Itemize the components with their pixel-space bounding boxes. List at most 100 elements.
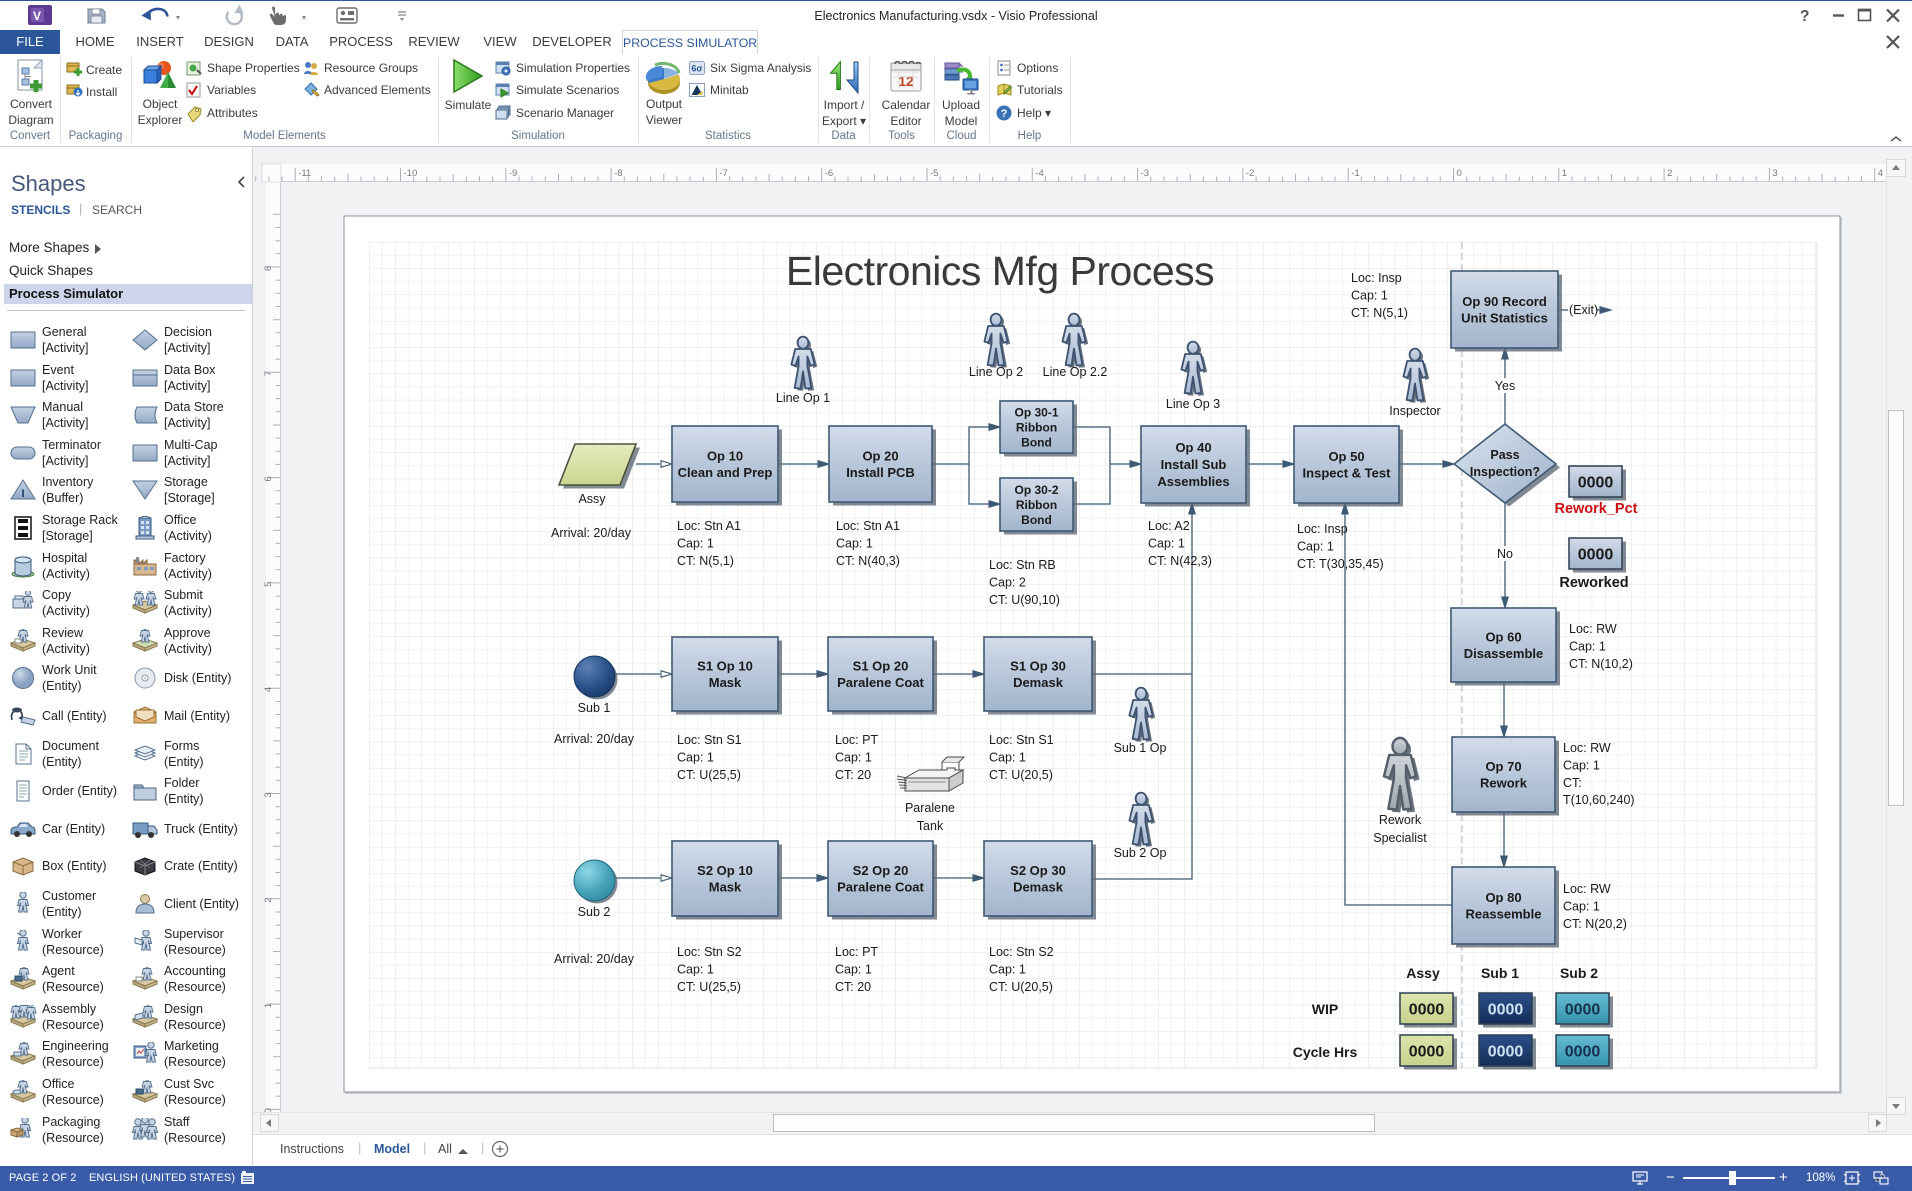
svg-text:Sub 2 Op: Sub 2 Op (1114, 846, 1167, 860)
svg-text:(Exit): (Exit) (1569, 303, 1598, 317)
svg-text:Rework: Rework (1480, 775, 1528, 790)
svg-text:Op 70: Op 70 (1485, 759, 1521, 774)
svg-text:Op 30-2: Op 30-2 (1014, 483, 1058, 497)
svg-text:CT: N(5,1): CT: N(5,1) (1351, 306, 1408, 320)
svg-text:S1 Op 30: S1 Op 30 (1010, 658, 1066, 673)
svg-text:6: 6 (263, 476, 274, 481)
svg-text:CT: U(90,10): CT: U(90,10) (989, 593, 1060, 607)
svg-text:Loc: RW: Loc: RW (1569, 622, 1617, 636)
svg-text:CT: N(42,3): CT: N(42,3) (1148, 554, 1212, 568)
svg-text:Rework_Pct: Rework_Pct (1554, 501, 1637, 517)
svg-text:0000: 0000 (1578, 475, 1614, 492)
svg-text:Assy: Assy (578, 492, 606, 506)
svg-text:-6: -6 (825, 168, 833, 179)
svg-text:Line Op 2.2: Line Op 2.2 (1043, 365, 1108, 379)
svg-text:0000: 0000 (1488, 1002, 1524, 1019)
svg-text:Clean and Prep: Clean and Prep (678, 465, 773, 480)
svg-text:V: V (33, 9, 41, 23)
svg-text:S1 Op 10: S1 Op 10 (697, 658, 753, 673)
svg-text:Cap: 2: Cap: 2 (989, 575, 1026, 589)
svg-text:3: 3 (263, 792, 274, 797)
svg-text:Cap: 1: Cap: 1 (1351, 288, 1388, 302)
svg-text:Arrival: 20/day: Arrival: 20/day (554, 952, 635, 966)
svg-text:I: I (21, 488, 24, 500)
svg-text:Op 30-1: Op 30-1 (1014, 405, 1058, 419)
svg-text:Cap: 1: Cap: 1 (1148, 536, 1185, 550)
svg-text:0000: 0000 (1565, 1044, 1601, 1061)
svg-text:8: 8 (263, 266, 274, 271)
svg-text:Op 20: Op 20 (862, 448, 898, 463)
svg-text:-10: -10 (404, 168, 418, 179)
svg-text:S2 Op 30: S2 Op 30 (1010, 863, 1066, 878)
svg-text:Loc: Stn S1: Loc: Stn S1 (677, 733, 742, 747)
svg-text:-7: -7 (719, 168, 727, 179)
svg-text:Sub 2: Sub 2 (578, 905, 611, 919)
svg-text:0000: 0000 (1409, 1044, 1445, 1061)
svg-text:Mask: Mask (709, 879, 742, 894)
svg-text:1: 1 (263, 1003, 274, 1008)
svg-text:Loc: PT: Loc: PT (835, 945, 878, 959)
svg-text:Inspection?: Inspection? (1470, 465, 1540, 479)
svg-text:Op 10: Op 10 (707, 448, 743, 463)
svg-text:Specialist: Specialist (1373, 831, 1427, 845)
svg-text:Line Op 1: Line Op 1 (776, 391, 830, 405)
svg-text:CT:: CT: (1563, 776, 1582, 790)
svg-text:WIP: WIP (1312, 1001, 1338, 1017)
svg-text:CT: U(25,5): CT: U(25,5) (677, 980, 741, 994)
svg-text:Rework: Rework (1379, 813, 1422, 827)
svg-text:Electronics Mfg Process: Electronics Mfg Process (786, 248, 1214, 294)
svg-text:Cap: 1: Cap: 1 (677, 750, 714, 764)
svg-text:Pass: Pass (1490, 448, 1519, 462)
svg-text:?: ? (1001, 108, 1008, 120)
svg-text:Loc: Stn S1: Loc: Stn S1 (989, 733, 1054, 747)
svg-text:CT: 20: CT: 20 (835, 980, 871, 994)
svg-text:CT: N(20,2): CT: N(20,2) (1563, 917, 1627, 931)
svg-text:S1 Op 20: S1 Op 20 (853, 658, 909, 673)
svg-text:Reassemble: Reassemble (1466, 906, 1542, 921)
svg-text:Sub 1: Sub 1 (578, 701, 611, 715)
svg-text:0000: 0000 (1578, 547, 1614, 564)
svg-text:0: 0 (1457, 168, 1462, 179)
svg-text:Demask: Demask (1013, 675, 1064, 690)
svg-text:Cap: 1: Cap: 1 (989, 962, 1026, 976)
svg-text:Cap: 1: Cap: 1 (835, 750, 872, 764)
svg-text:Disassemble: Disassemble (1464, 646, 1544, 661)
svg-text:Cap: 1: Cap: 1 (835, 962, 872, 976)
svg-text:CT: N(5,1): CT: N(5,1) (677, 554, 734, 568)
svg-text:CT: U(20,5): CT: U(20,5) (989, 768, 1053, 782)
svg-text:Line Op 3: Line Op 3 (1166, 397, 1220, 411)
svg-text:Paralene Coat: Paralene Coat (837, 879, 924, 894)
svg-text:Loc: RW: Loc: RW (1563, 882, 1611, 896)
svg-text:No: No (1497, 547, 1513, 561)
svg-text:Loc: A2: Loc: A2 (1148, 519, 1190, 533)
svg-text:Reworked: Reworked (1559, 575, 1628, 591)
svg-text:Bond: Bond (1021, 513, 1052, 527)
svg-text:-4: -4 (1035, 168, 1043, 179)
svg-text:CT: N(40,3): CT: N(40,3) (836, 554, 900, 568)
svg-text:Arrival: 20/day: Arrival: 20/day (554, 732, 635, 746)
svg-text:CT: U(20,5): CT: U(20,5) (989, 980, 1053, 994)
svg-text:Cap: 1: Cap: 1 (989, 750, 1026, 764)
svg-text:Ribbon: Ribbon (1016, 498, 1057, 512)
svg-text:Line Op 2: Line Op 2 (969, 365, 1023, 379)
svg-text:1: 1 (1562, 168, 1567, 179)
svg-text:Loc: Insp: Loc: Insp (1297, 522, 1348, 536)
svg-text:Install Sub: Install Sub (1161, 457, 1227, 472)
svg-text:2: 2 (263, 898, 274, 903)
svg-text:CT: T(30,35,45): CT: T(30,35,45) (1297, 557, 1384, 571)
svg-text:Inspector: Inspector (1389, 404, 1440, 418)
svg-text:Demask: Demask (1013, 879, 1064, 894)
svg-text:3: 3 (1772, 168, 1777, 179)
svg-text:Cap: 1: Cap: 1 (677, 536, 714, 550)
svg-text:-1: -1 (1351, 168, 1359, 179)
svg-text:Op 40: Op 40 (1175, 440, 1211, 455)
svg-text:Arrival: 20/day: Arrival: 20/day (551, 526, 632, 540)
svg-text:Op 60: Op 60 (1485, 629, 1521, 644)
svg-text:Cap: 1: Cap: 1 (1563, 758, 1600, 772)
svg-text:4: 4 (1878, 168, 1883, 179)
svg-text:-11: -11 (298, 168, 311, 179)
svg-text:T(10,60,240): T(10,60,240) (1563, 793, 1635, 807)
svg-text:0000: 0000 (1409, 1002, 1445, 1019)
svg-text:Loc: RW: Loc: RW (1563, 741, 1611, 755)
svg-text:Ribbon: Ribbon (1016, 420, 1057, 434)
